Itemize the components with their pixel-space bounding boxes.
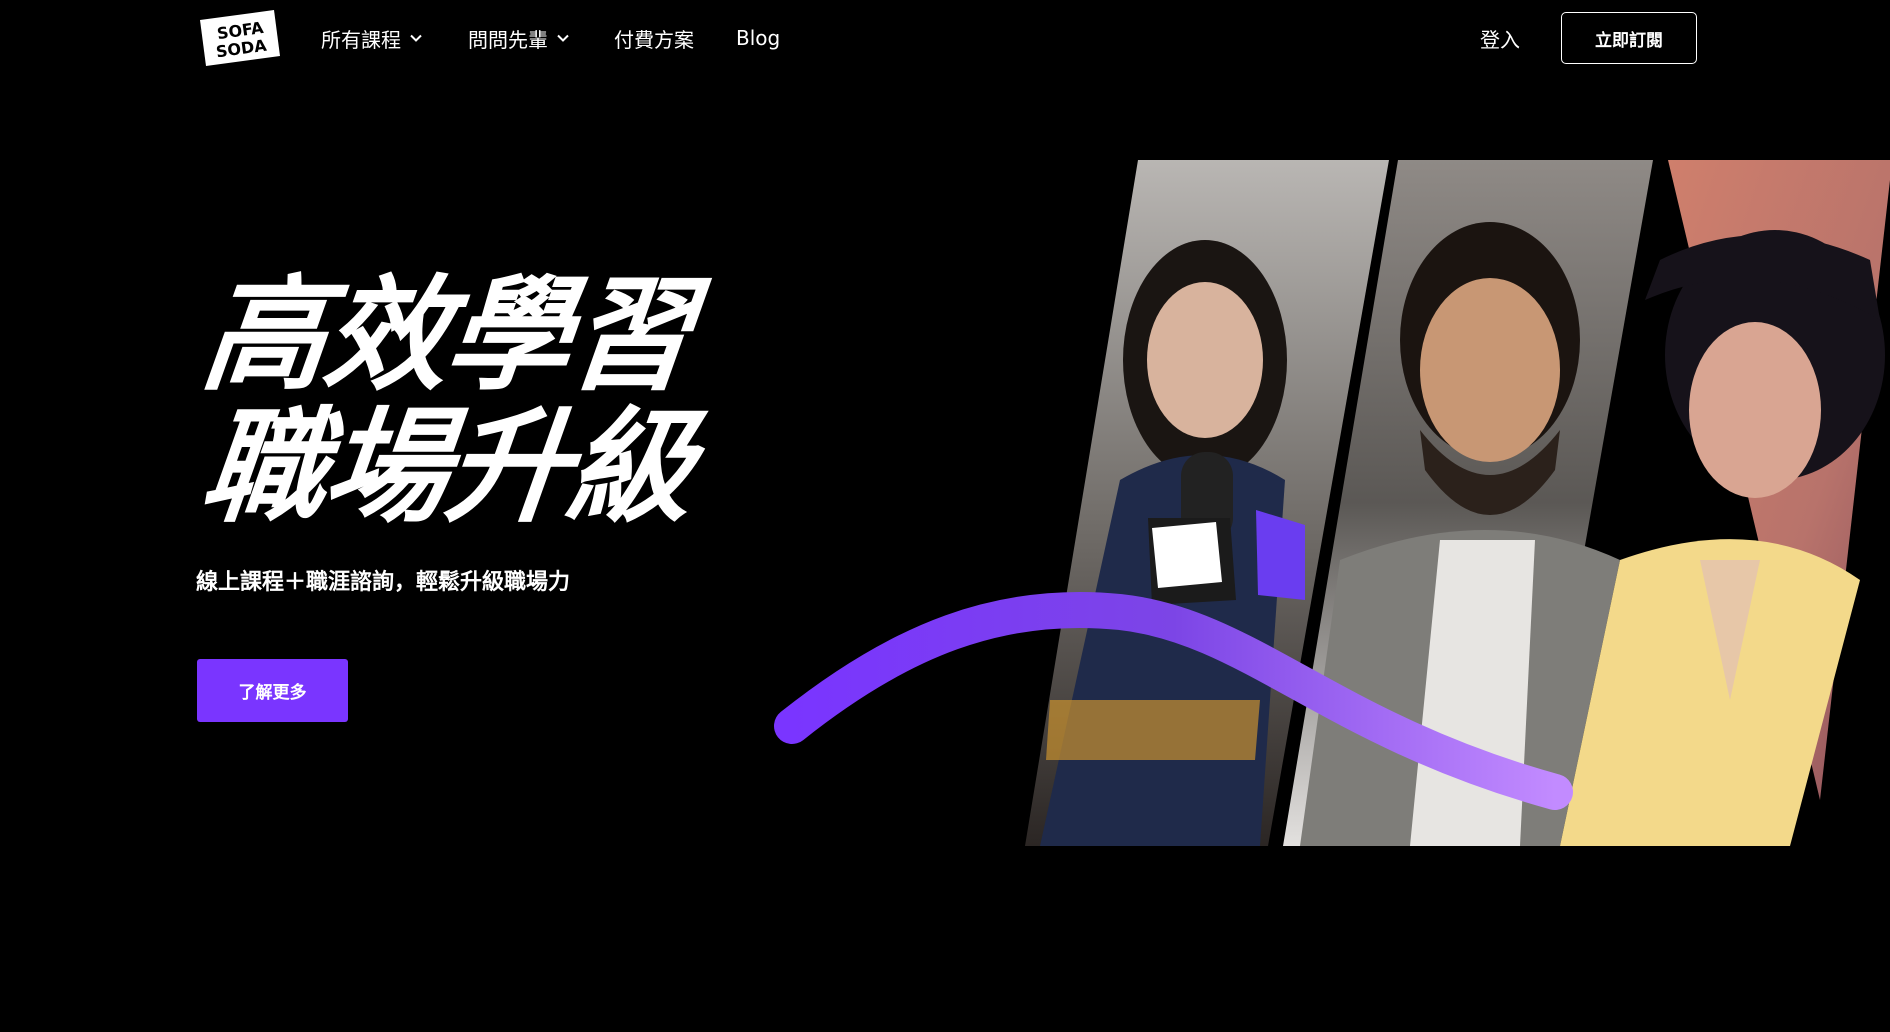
nav-ask-seniors-label: 問問先輩	[468, 27, 548, 52]
landing-page: SOFA SODA 所有課程 問問先輩 付費方案 Blog 登入 立即訂閱 高效…	[0, 0, 1890, 1032]
instructor-photo-panel-3	[1560, 160, 1890, 846]
chevron-down-icon	[410, 34, 422, 42]
sofa-soda-logo[interactable]: SOFA SODA	[196, 8, 284, 68]
instructor-photo-panel-2	[1283, 160, 1653, 846]
login-link[interactable]: 登入	[1480, 22, 1520, 54]
nav-blog[interactable]: Blog	[736, 22, 780, 54]
purple-swoosh-decoration	[774, 591, 1573, 810]
nav-blog-label: Blog	[736, 26, 781, 50]
learn-more-button[interactable]: 了解更多	[197, 659, 348, 722]
subscribe-button[interactable]: 立即訂閱	[1561, 12, 1697, 64]
hero-subtitle: 線上課程＋職涯諮詢，輕鬆升級職場力	[196, 570, 571, 595]
hero-title-line-1: 高效學習	[195, 264, 699, 408]
hero-title-line-2: 職場升級	[195, 396, 699, 540]
nav-ask-seniors[interactable]: 問問先輩	[468, 22, 570, 54]
top-navigation: SOFA SODA 所有課程 問問先輩 付費方案 Blog 登入 立即訂閱	[0, 0, 1890, 76]
nav-pricing-plans[interactable]: 付費方案	[614, 22, 694, 54]
hero-title: 高效學習 職場升級	[195, 264, 756, 540]
nav-all-courses[interactable]: 所有課程	[321, 22, 423, 54]
instructor-photo-panel-1	[1025, 160, 1389, 846]
chevron-down-icon	[557, 34, 569, 42]
nav-pricing-plans-label: 付費方案	[614, 27, 694, 52]
nav-all-courses-label: 所有課程	[321, 27, 401, 52]
